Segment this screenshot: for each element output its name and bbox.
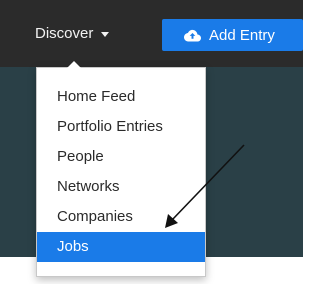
top-navbar: Discover Add Entry [0, 0, 303, 67]
menu-item-networks[interactable]: Networks [37, 172, 205, 202]
caret-down-icon [101, 31, 110, 37]
add-entry-button[interactable]: Add Entry [162, 19, 303, 51]
discover-dropdown-menu: Home Feed Portfolio Entries People Netwo… [36, 61, 206, 277]
menu-item-people[interactable]: People [37, 142, 205, 172]
cloud-upload-icon [184, 29, 201, 42]
discover-label: Discover [35, 24, 94, 42]
add-entry-label: Add Entry [209, 26, 275, 44]
discover-menu-toggle[interactable]: Discover [35, 20, 110, 46]
menu-item-companies[interactable]: Companies [37, 202, 205, 232]
menu-item-jobs[interactable]: Jobs [37, 232, 205, 262]
menu-item-home-feed[interactable]: Home Feed [37, 82, 205, 112]
menu-item-portfolio-entries[interactable]: Portfolio Entries [37, 112, 205, 142]
